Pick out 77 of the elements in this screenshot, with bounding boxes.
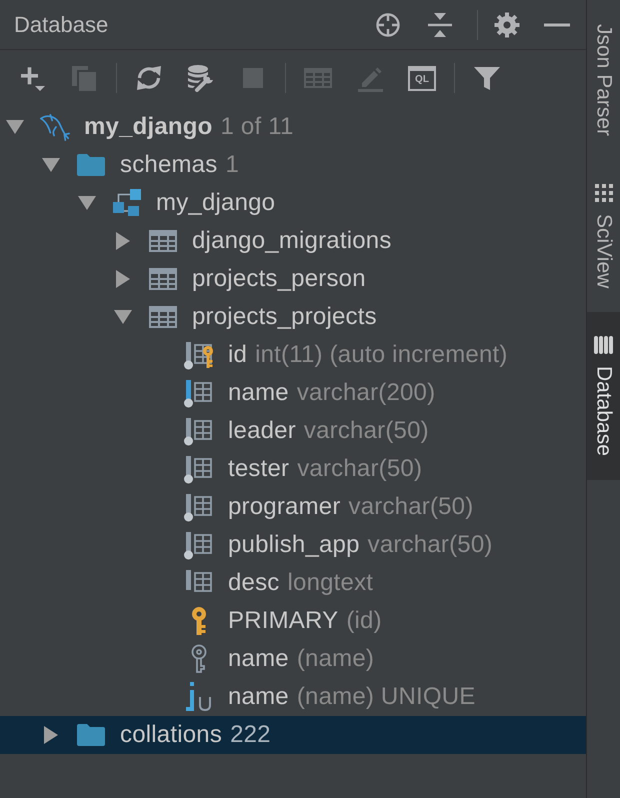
filter-icon[interactable] (473, 64, 501, 92)
unique-index-icon (186, 682, 212, 712)
schema-icon (113, 189, 141, 217)
dolphin-icon (40, 112, 70, 142)
tree-row[interactable]: publish_app varchar(50) (0, 526, 586, 564)
crosshair-icon[interactable] (375, 12, 401, 38)
node-detail: 1 (225, 151, 239, 179)
node-label: publish_app (228, 531, 360, 559)
node-detail: (name) UNIQUE (296, 683, 476, 711)
tree-row[interactable]: django_migrations (0, 222, 586, 260)
node-label: projects_person (192, 265, 366, 293)
table-icon (149, 268, 177, 290)
caret-right-icon[interactable] (116, 232, 130, 250)
node-label: name (228, 379, 289, 407)
node-label: my_django (84, 113, 212, 141)
tree-row[interactable]: leader varchar(50) (0, 412, 586, 450)
tree-row[interactable]: projects_person (0, 260, 586, 298)
sidebar-tab[interactable]: SciView (587, 160, 620, 312)
node-label: collations (120, 721, 222, 749)
tree-row[interactable]: my_django (0, 184, 586, 222)
caret-right-icon[interactable] (44, 726, 58, 744)
grid-icon (594, 184, 612, 202)
node-label: schemas (120, 151, 218, 179)
node-detail: 222 (230, 721, 271, 749)
refresh-icon[interactable] (135, 64, 163, 92)
caret-right-icon[interactable] (116, 270, 130, 288)
caret-down-icon[interactable] (42, 158, 60, 172)
tree-row[interactable]: schemas 1 (0, 146, 586, 184)
node-detail: (name) (296, 645, 374, 673)
node-label: PRIMARY (228, 607, 338, 635)
tree-row[interactable]: name (name) UNIQUE (0, 678, 586, 716)
node-label: programer (228, 493, 341, 521)
tree-row[interactable]: collations 222 (0, 716, 586, 754)
tree-row[interactable]: PRIMARY (id) (0, 602, 586, 640)
node-detail: 1 of 11 (220, 113, 294, 141)
node-label: id (228, 341, 248, 369)
node-label: my_django (156, 189, 276, 217)
folder-icon (77, 724, 105, 746)
node-label: django_migrations (192, 227, 392, 255)
key-icon (189, 606, 209, 636)
node-detail: varchar(50) (348, 493, 474, 521)
table-icon (149, 306, 177, 328)
tree-row[interactable]: programer varchar(50) (0, 488, 586, 526)
panel-title: Database (14, 12, 108, 38)
caret-down-icon[interactable] (6, 120, 24, 134)
caret-down-icon[interactable] (78, 196, 96, 210)
tree-row[interactable]: id int(11) (auto increment) (0, 336, 586, 374)
node-label: desc (228, 569, 280, 597)
node-detail: varchar(50) (304, 417, 429, 445)
node-detail: longtext (288, 569, 374, 597)
database-icon (594, 336, 614, 354)
caret-down-icon[interactable] (114, 310, 132, 324)
node-label: projects_projects (192, 303, 377, 331)
node-label: tester (228, 455, 290, 483)
sidebar-tab[interactable]: Json Parser (587, 0, 620, 160)
tree-row[interactable]: tester varchar(50) (0, 450, 586, 488)
tree-row[interactable]: projects_projects (0, 298, 586, 336)
node-detail: int(11) (auto increment) (255, 341, 508, 369)
tree-row[interactable]: name (name) (0, 640, 586, 678)
node-detail: varchar(50) (297, 455, 422, 483)
console-button[interactable]: QL (408, 66, 436, 90)
folder-icon (77, 154, 105, 176)
node-detail: varchar(200) (296, 379, 436, 407)
settings-icon[interactable] (494, 12, 520, 38)
key-outline-icon (189, 644, 209, 674)
node-detail: varchar(50) (368, 531, 493, 559)
tree-row[interactable]: desc longtext (0, 564, 586, 602)
node-label: name (228, 645, 289, 673)
database-wrench-icon[interactable] (187, 64, 215, 92)
node-label: name (228, 683, 289, 711)
sidebar-tab[interactable]: Database (587, 312, 620, 480)
node-label: leader (228, 417, 296, 445)
collapse-icon[interactable] (427, 12, 453, 38)
node-detail: (id) (346, 607, 382, 635)
tree-row[interactable]: name varchar(200) (0, 374, 586, 412)
tree-row[interactable]: my_django 1 of 11 (0, 108, 586, 146)
table-icon (149, 230, 177, 252)
